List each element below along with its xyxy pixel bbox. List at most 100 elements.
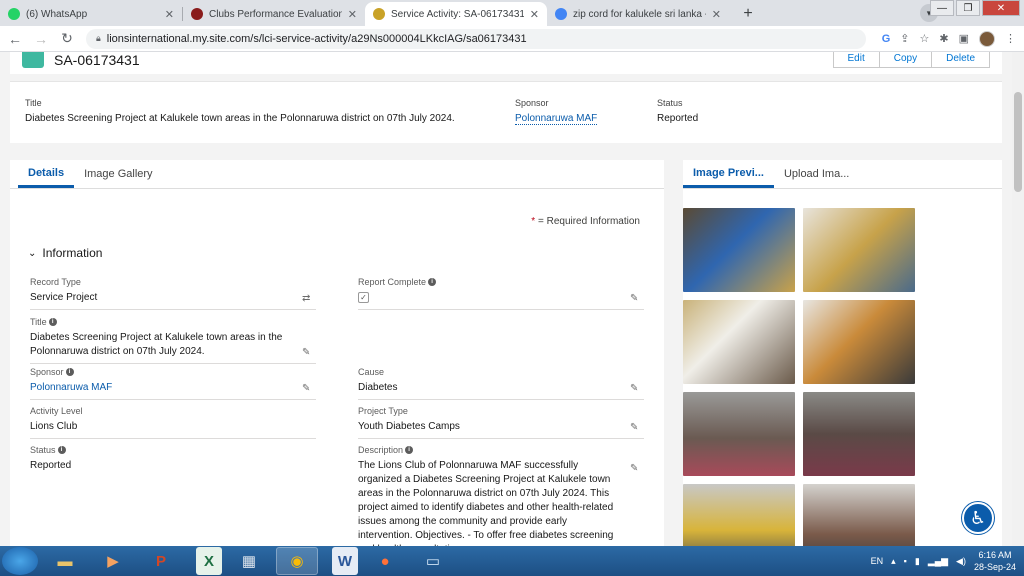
gallery-image[interactable] bbox=[803, 484, 915, 546]
service-activity-icon bbox=[22, 52, 44, 68]
firefox-taskbar-icon[interactable]: ● bbox=[364, 547, 406, 575]
clock[interactable]: 6:16 AM 28-Sep-24 bbox=[974, 549, 1016, 573]
page-scrollbar[interactable] bbox=[1012, 52, 1024, 546]
field-record-type: Record Type Service Project ⇄ bbox=[30, 277, 316, 310]
record-actions: Edit Copy Delete bbox=[832, 52, 990, 68]
gallery-image[interactable] bbox=[683, 484, 795, 546]
tab-image-preview[interactable]: Image Previ... bbox=[683, 160, 774, 188]
battery-icon[interactable]: ▮ bbox=[915, 556, 920, 567]
details-tabs: Details Image Gallery bbox=[10, 160, 664, 189]
gallery-image[interactable] bbox=[683, 392, 795, 476]
close-icon[interactable]: ✕ bbox=[712, 8, 721, 21]
field-label: Title bbox=[30, 317, 47, 327]
language-indicator[interactable]: EN bbox=[871, 556, 884, 566]
section-information[interactable]: ⌄ Information bbox=[28, 246, 102, 260]
edit-pencil-icon[interactable]: ✎ bbox=[302, 347, 312, 358]
media-player-taskbar-icon[interactable]: ▶ bbox=[92, 547, 134, 575]
scrollbar-thumb[interactable] bbox=[1014, 92, 1022, 192]
explorer-taskbar-icon[interactable]: ▬ bbox=[44, 547, 86, 575]
device-icon[interactable]: ▪ bbox=[904, 556, 907, 566]
back-icon[interactable]: ← bbox=[8, 31, 22, 47]
sponsor-link[interactable]: Polonnaruwa MAF bbox=[30, 381, 316, 395]
details-card: Details Image Gallery * = Required Infor… bbox=[10, 160, 664, 546]
gallery-image[interactable] bbox=[803, 300, 915, 384]
field-label: Activity Level bbox=[30, 406, 83, 416]
url-text[interactable]: lionsinternational.my.site.com/s/lci-ser… bbox=[107, 33, 527, 45]
google-lens-icon[interactable]: G bbox=[882, 33, 891, 45]
gallery-image[interactable] bbox=[683, 208, 795, 292]
tab-google-search[interactable]: zip cord for kalukele sri lanka - G ✕ bbox=[547, 2, 729, 26]
gallery-image[interactable] bbox=[803, 208, 915, 292]
close-icon[interactable]: ✕ bbox=[165, 8, 174, 21]
edit-pencil-icon[interactable]: ✎ bbox=[302, 383, 312, 394]
change-record-type-icon[interactable]: ⇄ bbox=[302, 293, 312, 304]
show-hidden-icons-icon[interactable]: ▴ bbox=[891, 556, 896, 567]
calculator-taskbar-icon[interactable]: ▦ bbox=[228, 547, 270, 575]
required-info-note: * = Required Information bbox=[531, 216, 640, 227]
field-value: Reported bbox=[30, 460, 72, 471]
close-icon[interactable]: ✕ bbox=[348, 8, 357, 21]
field-status: Status i Reported bbox=[30, 445, 316, 477]
copy-button[interactable]: Copy bbox=[878, 52, 933, 68]
field-value: Diabetes bbox=[358, 382, 398, 393]
info-icon[interactable]: i bbox=[65, 368, 74, 376]
field-value: Lions Club bbox=[30, 421, 78, 432]
edit-pencil-icon[interactable]: ✎ bbox=[630, 383, 640, 394]
tab-details[interactable]: Details bbox=[18, 160, 75, 188]
powerpoint-taskbar-icon[interactable]: P bbox=[140, 547, 182, 575]
edit-pencil-icon[interactable]: ✎ bbox=[630, 463, 640, 474]
word-taskbar-icon[interactable]: W bbox=[332, 547, 358, 575]
lock-icon[interactable]: 🔒︎ bbox=[96, 33, 101, 44]
field-label: Sponsor bbox=[30, 367, 64, 377]
share-icon[interactable]: ⇪ bbox=[900, 32, 909, 45]
info-icon[interactable]: i bbox=[405, 446, 414, 454]
edit-pencil-icon[interactable]: ✎ bbox=[630, 293, 640, 304]
url-field[interactable]: 🔒︎ lionsinternational.my.site.com/s/lci-… bbox=[86, 28, 866, 49]
accessibility-button[interactable]: ♿︎ bbox=[962, 502, 994, 534]
browser-tab-strip: (6) WhatsApp ✕ Clubs Performance Evaluat… bbox=[0, 0, 1024, 26]
close-icon[interactable]: ✕ bbox=[530, 8, 539, 21]
forward-icon[interactable]: → bbox=[34, 31, 48, 47]
edit-pencil-icon[interactable]: ✎ bbox=[630, 422, 640, 433]
highlight-title-label: Title bbox=[25, 98, 42, 108]
tab-image-gallery[interactable]: Image Gallery bbox=[74, 160, 162, 188]
info-icon[interactable]: i bbox=[57, 446, 66, 454]
reload-icon[interactable]: ↻ bbox=[60, 30, 74, 47]
tab-service-activity[interactable]: Service Activity: SA-06173431 ✕ bbox=[365, 2, 547, 26]
chrome-taskbar-icon[interactable]: ◉ bbox=[276, 547, 318, 575]
profile-avatar[interactable] bbox=[979, 30, 995, 47]
delete-button[interactable]: Delete bbox=[931, 52, 990, 68]
field-label: Record Type bbox=[30, 277, 81, 287]
highlight-sponsor-link[interactable]: Polonnaruwa MAF bbox=[515, 113, 598, 125]
volume-icon[interactable]: ◀) bbox=[956, 556, 966, 567]
excel-taskbar-icon[interactable]: X bbox=[196, 547, 222, 575]
gallery-image[interactable] bbox=[803, 392, 915, 476]
window-close-button[interactable]: ✕ bbox=[982, 0, 1020, 16]
field-description: Description i The Lions Club of Polonnaru… bbox=[358, 445, 644, 546]
tab-label: zip cord for kalukele sri lanka - G bbox=[573, 8, 706, 20]
minimize-button[interactable]: — bbox=[930, 0, 954, 16]
new-tab-button[interactable]: + bbox=[737, 3, 759, 25]
tab-label: Clubs Performance Evaluation Sy bbox=[209, 8, 342, 20]
signal-icon[interactable]: ▂▄▆ bbox=[928, 556, 948, 567]
tab-label: (6) WhatsApp bbox=[26, 8, 88, 20]
google-icon bbox=[555, 8, 567, 20]
tab-upload-image[interactable]: Upload Ima... bbox=[774, 160, 859, 188]
edit-button[interactable]: Edit bbox=[832, 52, 880, 68]
network-app-taskbar-icon[interactable]: ▭ bbox=[412, 547, 454, 575]
page-content: SA-06173431 Edit Copy Delete Title Diabe… bbox=[0, 52, 1012, 546]
extensions-icon[interactable]: ✱ bbox=[939, 32, 948, 45]
gallery-image[interactable] bbox=[683, 300, 795, 384]
info-icon[interactable]: i bbox=[48, 318, 57, 326]
side-panel-icon[interactable]: ▣ bbox=[959, 32, 969, 45]
lions-icon bbox=[373, 8, 385, 20]
tab-whatsapp[interactable]: (6) WhatsApp ✕ bbox=[0, 2, 182, 26]
info-icon[interactable]: i bbox=[428, 278, 437, 286]
menu-icon[interactable]: ⋮ bbox=[1005, 32, 1016, 45]
tab-clubs-performance[interactable]: Clubs Performance Evaluation Sy ✕ bbox=[183, 2, 365, 26]
restore-button[interactable]: ❐ bbox=[956, 0, 980, 16]
start-button[interactable] bbox=[2, 547, 38, 575]
required-info-text: = Required Information bbox=[537, 216, 640, 227]
field-value: Youth Diabetes Camps bbox=[358, 421, 460, 432]
bookmark-star-icon[interactable]: ☆ bbox=[920, 32, 930, 45]
